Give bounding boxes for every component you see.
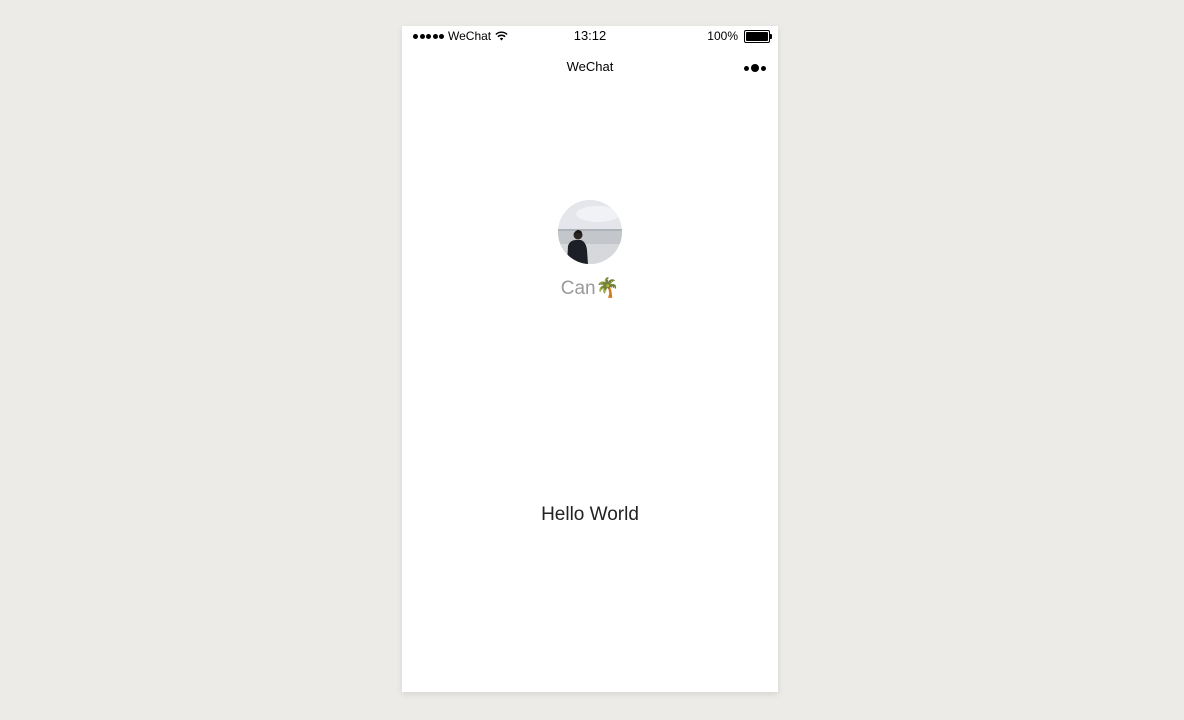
- more-button[interactable]: [742, 60, 768, 76]
- status-bar: WeChat 13:12 100%: [402, 26, 778, 46]
- nav-bar: WeChat: [402, 46, 778, 90]
- status-right: 100%: [707, 29, 772, 43]
- avatar[interactable]: [558, 200, 622, 264]
- more-dots-icon: [744, 65, 749, 71]
- battery-icon: [744, 29, 772, 43]
- page-title: WeChat: [566, 59, 614, 74]
- battery-percent: 100%: [707, 29, 738, 43]
- motto-text: Hello World: [541, 504, 639, 525]
- user-nickname: Can🌴: [560, 278, 620, 299]
- phone-screen: WeChat 13:12 100% WeChat Can🌴 Hello Worl…: [402, 26, 778, 692]
